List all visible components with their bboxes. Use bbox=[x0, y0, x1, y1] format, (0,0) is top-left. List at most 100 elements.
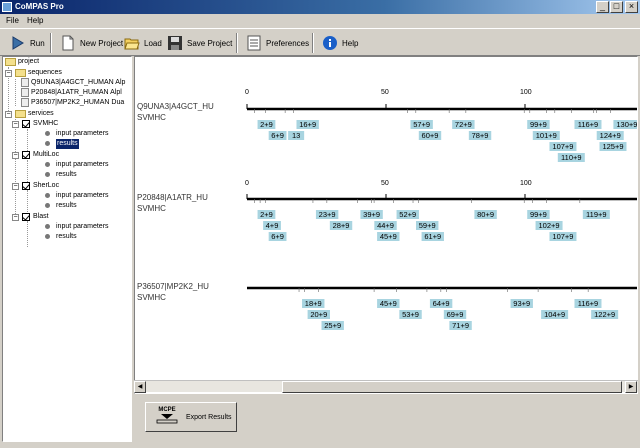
epitope-label: 99+9 bbox=[530, 120, 547, 129]
axis-tick-label: 0 bbox=[245, 89, 249, 96]
menu-bar: File Help bbox=[0, 14, 640, 27]
epitope-label: 119+9 bbox=[586, 210, 607, 219]
epitope-label: 93+9 bbox=[513, 299, 530, 308]
epitope-label: 60+9 bbox=[422, 131, 439, 140]
mcpe-icon: MCPE bbox=[152, 407, 182, 427]
epitope-label: 116+9 bbox=[578, 120, 599, 129]
epitope-label: 71+9 bbox=[452, 321, 469, 330]
collapse-icon[interactable]: − bbox=[5, 111, 12, 118]
results-panel: 2+9 6+9 16+9 57+9 60+9 72+9 78+9 99+9 101+9 107+9… bbox=[134, 56, 638, 394]
collapse-icon[interactable]: − bbox=[12, 214, 19, 221]
tree-service-svmhc[interactable]: SVMHC bbox=[22, 119, 58, 129]
tree-multiloc-input-parameters[interactable]: input parameters bbox=[45, 160, 109, 170]
epitope-label: 2+9 bbox=[260, 120, 273, 129]
axis-tick-label: 100 bbox=[520, 180, 532, 187]
tree-sequences[interactable]: sequences bbox=[15, 68, 62, 78]
checkbox-checked[interactable] bbox=[22, 120, 30, 128]
bullet-icon bbox=[45, 141, 50, 146]
epitope-label: 6+9 bbox=[271, 232, 284, 241]
help-button[interactable]: Help bbox=[322, 32, 358, 54]
save-project-button[interactable]: Save Project bbox=[167, 32, 232, 54]
checkbox-checked[interactable] bbox=[22, 213, 30, 221]
epitope-label: 78+9 bbox=[472, 131, 489, 140]
epitope-label: 18+9 bbox=[305, 299, 322, 308]
epitope-label: 64+9 bbox=[433, 299, 450, 308]
tree-service-blast[interactable]: Blast bbox=[22, 212, 49, 222]
epitope-label: 110+9 bbox=[561, 153, 582, 162]
collapse-icon[interactable]: − bbox=[12, 121, 19, 128]
tree-sequence-item[interactable]: P20848|A1ATR_HUMAN Alpl bbox=[21, 88, 122, 98]
maximize-button[interactable]: □ bbox=[610, 1, 623, 13]
export-label: Export Results bbox=[186, 413, 232, 421]
checkbox-checked[interactable] bbox=[22, 151, 30, 159]
epitope-label: 124+9 bbox=[600, 131, 621, 140]
tree-svmhc-input-parameters[interactable]: input parameters bbox=[45, 129, 109, 139]
menu-help[interactable]: Help bbox=[27, 16, 43, 25]
toolbar-separator bbox=[236, 33, 238, 53]
folder-icon bbox=[15, 69, 26, 77]
run-label: Run bbox=[30, 38, 45, 48]
bullet-icon bbox=[45, 172, 50, 177]
collapse-icon[interactable]: − bbox=[12, 152, 19, 159]
bullet-icon bbox=[45, 162, 50, 167]
sequence-name: P36507|MP2K2_HU bbox=[137, 282, 209, 291]
epitope-label: 125+9 bbox=[602, 142, 623, 151]
tree-connector bbox=[15, 119, 16, 214]
save-project-label: Save Project bbox=[187, 38, 233, 48]
bullet-icon bbox=[45, 234, 50, 239]
scroll-thumb[interactable] bbox=[282, 381, 622, 393]
help-label: Help bbox=[342, 38, 359, 48]
tree-blast-input-parameters[interactable]: input parameters bbox=[45, 222, 109, 232]
load-button[interactable]: Load bbox=[124, 32, 162, 54]
epitope-label: 53+9 bbox=[402, 310, 419, 319]
tree-root[interactable]: project bbox=[5, 57, 39, 67]
tree-sequence-item[interactable]: Q9UNA3|A4GCT_HUMAN Alp bbox=[21, 78, 125, 88]
tree-sherloc-results[interactable]: results bbox=[45, 201, 77, 211]
tree-multiloc-results[interactable]: results bbox=[45, 170, 77, 180]
axis-tick-label: 50 bbox=[381, 180, 389, 187]
menu-file[interactable]: File bbox=[6, 16, 19, 25]
toolbar-separator bbox=[312, 33, 314, 53]
toolbar-separator bbox=[50, 33, 52, 53]
epitope-label: 61+9 bbox=[424, 232, 441, 241]
tree-service-sherloc[interactable]: SherLoc bbox=[22, 181, 59, 191]
export-results-button[interactable]: MCPE Export Results bbox=[145, 402, 237, 432]
run-button[interactable]: Run bbox=[10, 32, 45, 54]
epitope-label: 13 bbox=[292, 131, 300, 140]
horizontal-scrollbar[interactable]: ◀ ▶ bbox=[134, 380, 638, 393]
epitope-label: 6+9 bbox=[271, 131, 284, 140]
close-button[interactable]: × bbox=[625, 1, 638, 13]
bullet-icon bbox=[45, 224, 50, 229]
tree-service-multiloc[interactable]: MultiLoc bbox=[22, 150, 59, 160]
epitope-label: 101+9 bbox=[536, 131, 557, 140]
project-tree: project − sequences Q9UNA3|A4GCT_HUMAN A… bbox=[2, 56, 132, 442]
tree-blast-results[interactable]: results bbox=[45, 232, 77, 242]
epitope-label: 80+9 bbox=[477, 210, 494, 219]
scroll-left-icon[interactable]: ◀ bbox=[134, 381, 146, 393]
new-document-icon bbox=[60, 35, 76, 51]
axis-tick-label: 100 bbox=[520, 89, 532, 96]
preferences-icon bbox=[246, 35, 262, 51]
collapse-icon[interactable]: − bbox=[5, 70, 12, 77]
play-icon bbox=[10, 35, 26, 51]
checkbox-checked[interactable] bbox=[22, 182, 30, 190]
tree-sequence-item[interactable]: P36507|MP2K2_HUMAN Dua bbox=[21, 98, 124, 108]
open-folder-icon bbox=[124, 35, 140, 51]
new-project-button[interactable]: New Project bbox=[60, 32, 123, 54]
collapse-icon[interactable]: − bbox=[12, 183, 19, 190]
axis-tick-label: 0 bbox=[245, 180, 249, 187]
new-project-label: New Project bbox=[80, 38, 124, 48]
preferences-button[interactable]: Preferences bbox=[246, 32, 309, 54]
scroll-right-icon[interactable]: ▶ bbox=[625, 381, 637, 393]
load-label: Load bbox=[144, 38, 162, 48]
epitope-label: 104+9 bbox=[544, 310, 565, 319]
tree-sherloc-input-parameters[interactable]: input parameters bbox=[45, 191, 109, 201]
document-icon bbox=[21, 78, 29, 87]
epitope-label: 45+9 bbox=[380, 299, 397, 308]
tree-services[interactable]: services bbox=[15, 109, 54, 119]
epitope-label: 72+9 bbox=[455, 120, 472, 129]
tree-svmhc-results[interactable]: results bbox=[45, 139, 79, 149]
minimize-button[interactable]: _ bbox=[596, 1, 609, 13]
method-name: SVMHC bbox=[137, 293, 166, 302]
epitope-label: 16+9 bbox=[299, 120, 316, 129]
